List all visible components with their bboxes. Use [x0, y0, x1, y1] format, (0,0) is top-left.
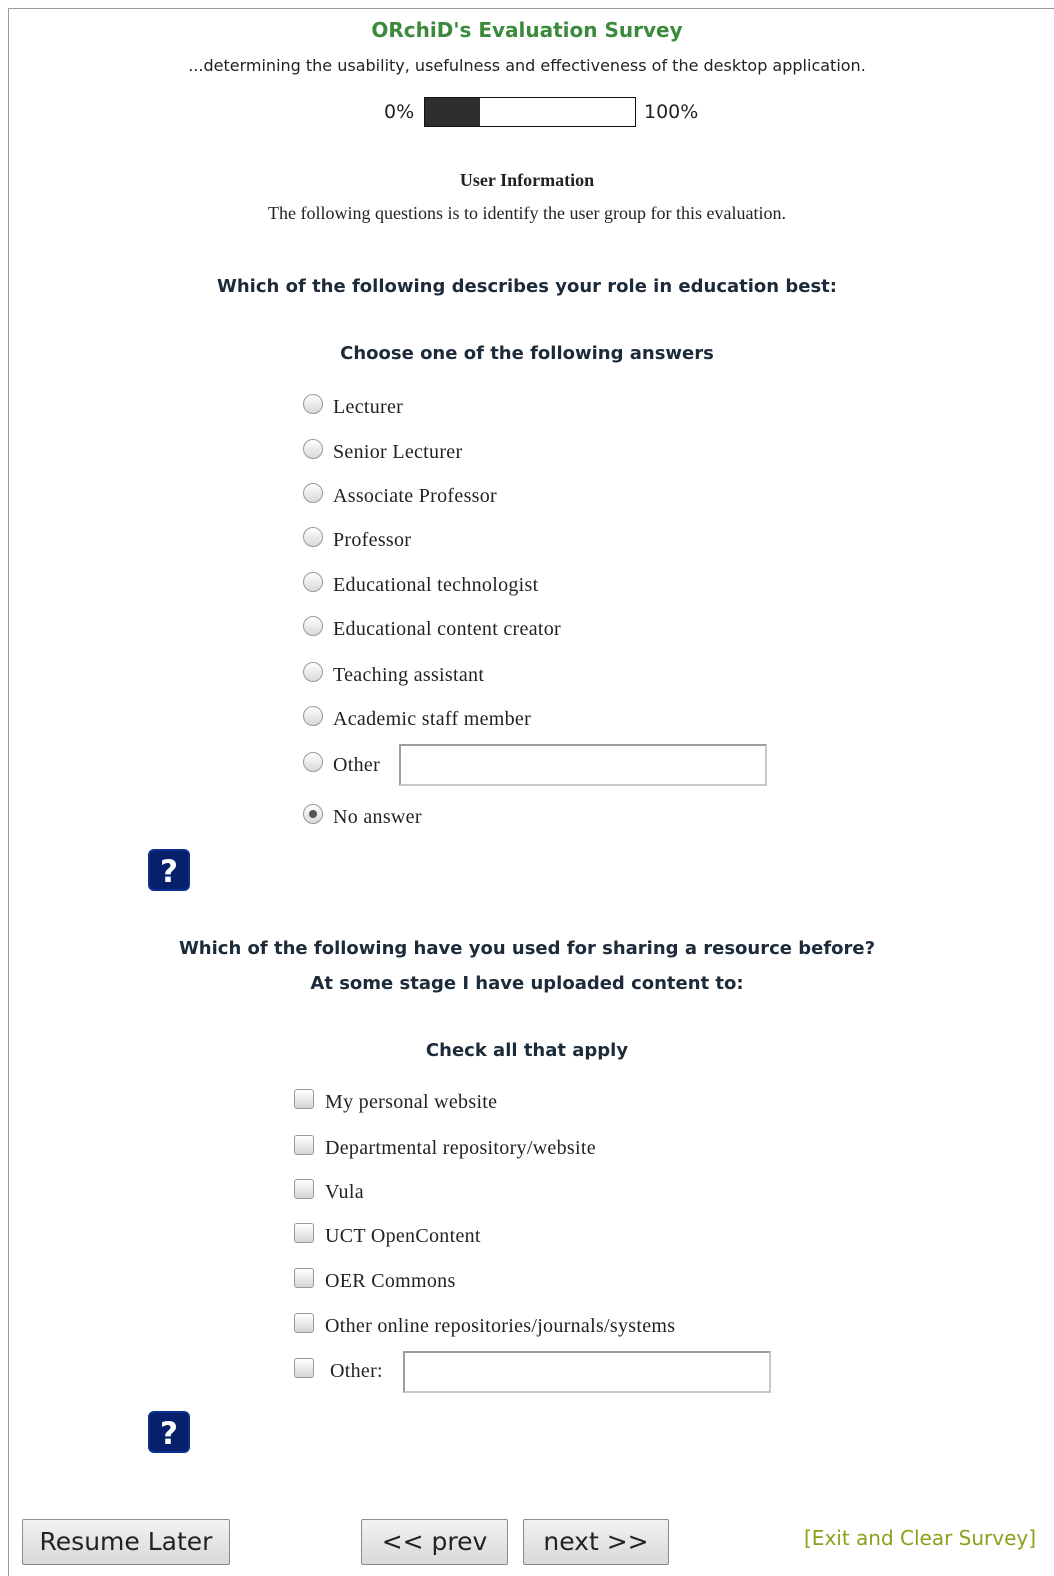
group-description: The following questions is to identify t… [268, 203, 786, 223]
sharing-option-label: Vula [325, 1181, 364, 1203]
checkbox[interactable] [294, 1223, 314, 1243]
question-sharing-instruction: Check all that apply [425, 1040, 629, 1061]
role-option-label: Professor [333, 529, 412, 551]
progress-start-label: 0% [384, 101, 415, 123]
radio-button[interactable] [303, 527, 323, 547]
role-option-label: Teaching assistant [333, 664, 485, 686]
radio-button-selected[interactable] [303, 804, 323, 824]
group-title: User Information [459, 170, 595, 190]
question-role-instruction: Choose one of the following answers [340, 343, 714, 364]
sharing-option-label: Other: [330, 1360, 383, 1382]
role-option-label: Senior Lecturer [333, 441, 463, 463]
checkbox[interactable] [294, 1179, 314, 1199]
question-sharing-text: Which of the following have you used for… [178, 938, 876, 959]
checkbox[interactable] [294, 1358, 314, 1378]
radio-button[interactable] [303, 616, 323, 636]
checkbox[interactable] [294, 1089, 314, 1109]
radio-button[interactable] [303, 572, 323, 592]
role-option-label: Educational technologist [333, 574, 539, 596]
role-option-label: Academic staff member [333, 708, 532, 730]
resume-later-button[interactable]: Resume Later [22, 1519, 230, 1565]
sharing-option-label: UCT OpenContent [325, 1225, 481, 1247]
prev-button[interactable]: << prev [361, 1519, 508, 1565]
sharing-option-label: Departmental repository/website [325, 1137, 596, 1159]
progress-fill [425, 98, 480, 126]
radio-button[interactable] [303, 706, 323, 726]
help-icon[interactable]: ? [148, 1411, 190, 1453]
sharing-option-label: OER Commons [325, 1270, 456, 1292]
radio-button[interactable] [303, 394, 323, 414]
radio-button[interactable] [303, 662, 323, 682]
checkbox[interactable] [294, 1313, 314, 1333]
sharing-option-label: Other online repositories/journals/syste… [325, 1315, 676, 1337]
role-other-input[interactable] [399, 744, 767, 786]
sharing-option-label: My personal website [325, 1091, 498, 1113]
radio-button[interactable] [303, 483, 323, 503]
question-role-text: Which of the following describes your ro… [217, 276, 837, 297]
sharing-other-input[interactable] [403, 1351, 771, 1393]
progress-bar [424, 97, 636, 127]
question-sharing-subtext: At some stage I have uploaded content to… [310, 973, 744, 994]
survey-title: ORchiD's Evaluation Survey [371, 18, 683, 42]
role-option-label: No answer [333, 806, 422, 828]
role-option-label: Lecturer [333, 396, 404, 418]
survey-description: ...determining the usability, usefulness… [188, 56, 866, 75]
radio-button[interactable] [303, 439, 323, 459]
next-button[interactable]: next >> [523, 1519, 669, 1565]
checkbox[interactable] [294, 1268, 314, 1288]
checkbox[interactable] [294, 1135, 314, 1155]
help-icon[interactable]: ? [148, 849, 190, 891]
radio-button[interactable] [303, 752, 323, 772]
role-option-label: Educational content creator [333, 618, 561, 640]
progress-indicator: 0% 100% [0, 97, 1054, 129]
role-option-label: Other [333, 754, 381, 776]
survey-frame [8, 8, 1054, 1576]
exit-clear-survey-link[interactable]: [Exit and Clear Survey] [804, 1526, 1036, 1550]
progress-end-label: 100% [644, 101, 699, 123]
role-option-label: Associate Professor [333, 485, 498, 507]
